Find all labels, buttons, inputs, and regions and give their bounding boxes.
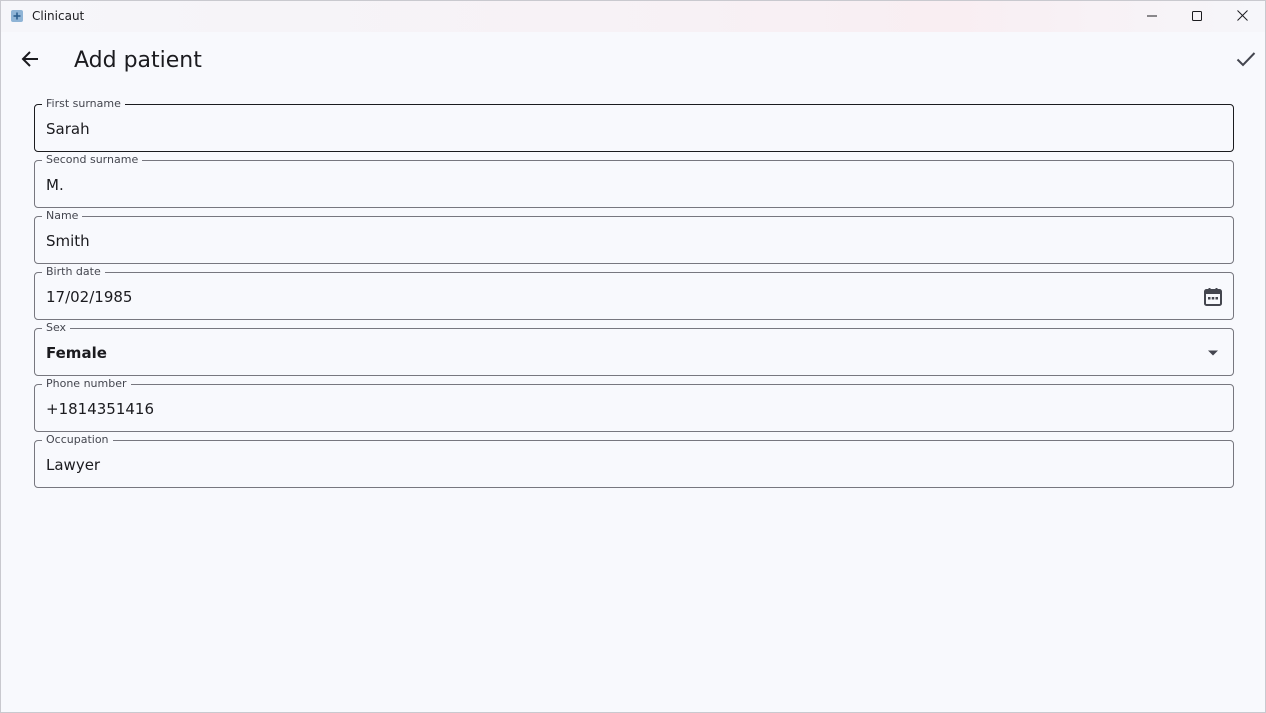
dropdown-arrow-icon[interactable] — [1201, 341, 1225, 365]
field-label: Name — [42, 209, 83, 223]
back-button[interactable] — [13, 44, 47, 78]
field-label: Occupation — [42, 433, 113, 447]
sex-dropdown[interactable]: Sex Female — [34, 321, 1234, 376]
page-title: Add patient — [74, 48, 202, 73]
save-button[interactable] — [1229, 44, 1263, 78]
field-value: Sarah — [46, 120, 90, 138]
close-icon — [1236, 8, 1248, 26]
field-label: Sex — [42, 321, 71, 335]
second-surname-field[interactable]: Second surname M. — [34, 153, 1234, 208]
window-title: Clinicaut — [32, 9, 85, 23]
phone-number-field[interactable]: Phone number +1814351416 — [34, 377, 1234, 432]
calendar-icon[interactable] — [1201, 285, 1225, 309]
field-label: First surname — [42, 97, 125, 111]
maximize-icon — [1192, 8, 1202, 26]
field-value: 17/02/1985 — [46, 288, 133, 306]
field-value: Lawyer — [46, 456, 101, 474]
field-value: Smith — [46, 232, 90, 250]
field-label: Phone number — [42, 377, 131, 391]
name-field[interactable]: Name Smith — [34, 209, 1234, 264]
app-plus-icon — [11, 10, 23, 22]
occupation-field[interactable]: Occupation Lawyer — [34, 433, 1234, 488]
field-value: M. — [46, 176, 64, 194]
field-label: Birth date — [42, 265, 105, 279]
field-label: Second surname — [42, 153, 143, 167]
birth-date-field[interactable]: Birth date 17/02/1985 — [34, 265, 1234, 320]
close-button[interactable] — [1219, 1, 1265, 32]
minimize-icon — [1147, 8, 1157, 26]
title-bar[interactable]: Clinicaut — [1, 1, 1265, 32]
arrow-back-icon — [21, 50, 39, 73]
field-value: +1814351416 — [46, 400, 155, 418]
check-icon — [1236, 51, 1256, 72]
app-bar: Add patient — [1, 32, 1265, 90]
first-surname-field[interactable]: First surname Sarah — [34, 97, 1234, 152]
app-window: Clinicaut Add patient First surname Sara… — [0, 0, 1266, 713]
minimize-button[interactable] — [1129, 1, 1175, 32]
selected-value: Female — [46, 344, 107, 362]
maximize-button[interactable] — [1174, 1, 1220, 32]
